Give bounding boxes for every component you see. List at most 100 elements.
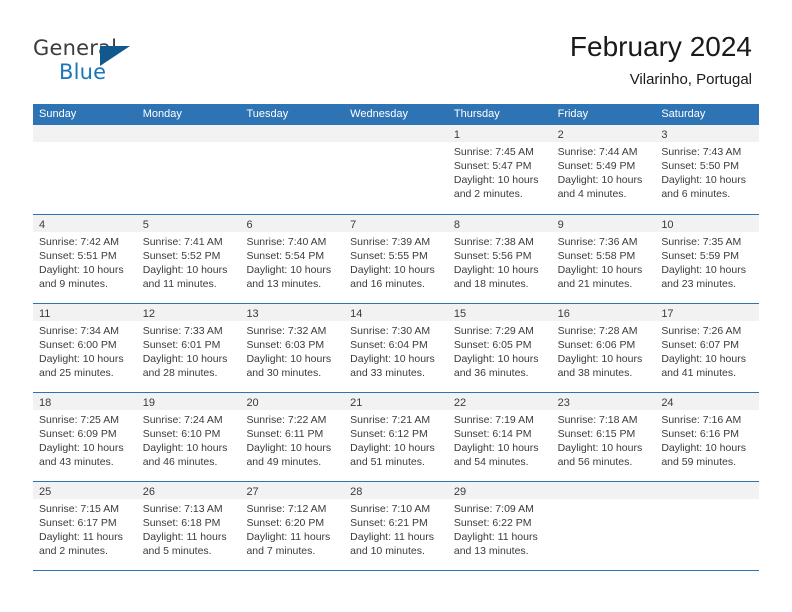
day-cell-19[interactable]: 19 Sunrise: 7:24 AM Sunset: 6:10 PM Dayligh… (136, 393, 241, 481)
day-cell-16[interactable]: 16 Sunrise: 7:28 AM Sunset: 6:06 PM Dayligh… (551, 304, 656, 392)
day-cell-29[interactable]: 29 Sunrise: 7:09 AM Sunset: 6:22 PM Dayligh… (447, 482, 552, 570)
day-cell-7[interactable]: 7 Sunrise: 7:39 AM Sunset: 5:55 PM Daylight… (344, 215, 448, 303)
day-details (552, 499, 656, 502)
daylight-duration-line2: and 36 minutes. (453, 367, 529, 379)
day-number-band: 1 (447, 125, 552, 142)
day-number-band (344, 125, 448, 142)
sunrise-time: Sunrise: 7:26 AM (661, 325, 742, 337)
sunset-time: Sunset: 6:16 PM (661, 428, 739, 440)
day-cell-20[interactable]: 20 Sunrise: 7:22 AM Sunset: 6:11 PM Dayligh… (240, 393, 345, 481)
day-number-band: 13 (240, 304, 345, 321)
day-number-band (33, 125, 137, 142)
page-header: General Blue February 2024 Vilarinho, Po… (0, 0, 792, 104)
week-row: 4 Sunrise: 7:42 AM Sunset: 5:51 PM Daylight… (33, 214, 760, 303)
day-number: 22 (453, 397, 467, 409)
day-cell-23[interactable]: 23 Sunrise: 7:18 AM Sunset: 6:15 PM Dayligh… (551, 393, 656, 481)
day-number-band: 5 (136, 215, 241, 232)
sunset-time: Sunset: 6:09 PM (39, 428, 117, 440)
day-cell-8[interactable]: 8 Sunrise: 7:38 AM Sunset: 5:56 PM Daylight… (447, 215, 552, 303)
daylight-duration-line1: Daylight: 11 hours (39, 531, 123, 543)
day-cell-5[interactable]: 5 Sunrise: 7:41 AM Sunset: 5:52 PM Daylight… (136, 215, 241, 303)
day-details: Sunrise: 7:39 AM Sunset: 5:55 PM Daylight:… (344, 232, 448, 291)
day-number: 26 (142, 486, 155, 498)
day-number-band: 22 (447, 393, 552, 410)
day-cell-3[interactable]: 3 Sunrise: 7:43 AM Sunset: 5:50 PM Daylight… (655, 125, 760, 214)
day-number: 11 (39, 308, 51, 320)
day-number: 2 (557, 129, 564, 141)
day-cell-2[interactable]: 2 Sunrise: 7:44 AM Sunset: 5:49 PM Daylight… (551, 125, 656, 214)
day-details: Sunrise: 7:09 AM Sunset: 6:22 PM Daylight:… (448, 499, 552, 558)
daylight-duration-line1: Daylight: 10 hours (350, 264, 435, 276)
daylight-duration-line2: and 5 minutes. (142, 545, 212, 557)
sunset-time: Sunset: 6:20 PM (246, 517, 325, 529)
day-number: 21 (350, 397, 363, 409)
sunset-time: Sunset: 5:49 PM (557, 160, 636, 172)
daylight-duration-line2: and 16 minutes. (350, 278, 425, 290)
calendar-grid: Sunday Monday Tuesday Wednesday Thursday Frid… (33, 104, 760, 571)
sunrise-time: Sunrise: 7:40 AM (246, 236, 327, 248)
daylight-duration-line1: Daylight: 11 hours (246, 531, 331, 543)
day-cell-22[interactable]: 22 Sunrise: 7:19 AM Sunset: 6:14 PM Dayligh… (447, 393, 552, 481)
sunset-time: Sunset: 6:04 PM (350, 339, 428, 351)
day-cell-11[interactable]: 11 Sunrise: 7:34 AM Sunset: 6:00 PM Dayligh… (33, 304, 137, 392)
sunset-time: Sunset: 6:00 PM (39, 339, 117, 351)
daylight-duration-line1: Daylight: 10 hours (661, 353, 746, 365)
day-cell-10[interactable]: 10 Sunrise: 7:35 AM Sunset: 5:59 PM Dayligh… (655, 215, 760, 303)
weekday-header-sunday: Sunday (39, 108, 77, 120)
day-cell-15[interactable]: 15 Sunrise: 7:29 AM Sunset: 6:05 PM Dayligh… (447, 304, 552, 392)
sunrise-time: Sunrise: 7:33 AM (142, 325, 223, 337)
day-number-band: 3 (655, 125, 760, 142)
day-number: 6 (246, 219, 253, 231)
day-number-band: 6 (240, 215, 345, 232)
day-number-band: 14 (344, 304, 448, 321)
day-number-band: 28 (344, 482, 448, 499)
day-details: Sunrise: 7:21 AM Sunset: 6:12 PM Daylight:… (344, 410, 448, 469)
sunset-time: Sunset: 6:03 PM (246, 339, 325, 351)
location-subtitle: Vilarinho, Portugal (629, 71, 752, 88)
weekday-header-tuesday: Tuesday (246, 108, 289, 120)
day-number-band: 16 (551, 304, 656, 321)
day-details: Sunrise: 7:28 AM Sunset: 6:06 PM Daylight:… (552, 321, 656, 380)
day-details: Sunrise: 7:35 AM Sunset: 5:59 PM Daylight:… (655, 232, 759, 291)
day-details: Sunrise: 7:16 AM Sunset: 6:16 PM Daylight:… (655, 410, 759, 469)
sunset-time: Sunset: 5:56 PM (453, 250, 532, 262)
day-cell-25[interactable]: 25 Sunrise: 7:15 AM Sunset: 6:17 PM Dayligh… (33, 482, 137, 570)
sunrise-time: Sunrise: 7:16 AM (661, 414, 742, 426)
day-details: Sunrise: 7:15 AM Sunset: 6:17 PM Daylight:… (33, 499, 137, 558)
day-cell-4[interactable]: 4 Sunrise: 7:42 AM Sunset: 5:51 PM Daylight… (33, 215, 137, 303)
day-number-band: 19 (136, 393, 241, 410)
daylight-duration-line2: and 43 minutes. (39, 456, 114, 468)
day-cell-13[interactable]: 13 Sunrise: 7:32 AM Sunset: 6:03 PM Dayligh… (240, 304, 345, 392)
day-number-band (136, 125, 241, 142)
day-number: 25 (39, 486, 52, 498)
day-cell-18[interactable]: 18 Sunrise: 7:25 AM Sunset: 6:09 PM Dayligh… (33, 393, 137, 481)
week-row: 18 Sunrise: 7:25 AM Sunset: 6:09 PM Dayligh… (33, 392, 760, 481)
day-number-band: 4 (33, 215, 137, 232)
day-cell-17[interactable]: 17 Sunrise: 7:26 AM Sunset: 6:07 PM Dayligh… (655, 304, 760, 392)
day-cell-24[interactable]: 24 Sunrise: 7:16 AM Sunset: 6:16 PM Dayligh… (655, 393, 760, 481)
daylight-duration-line1: Daylight: 10 hours (453, 174, 539, 186)
day-number-band (655, 482, 760, 499)
day-cell-empty (655, 482, 760, 570)
day-cell-12[interactable]: 12 Sunrise: 7:33 AM Sunset: 6:01 PM Dayligh… (136, 304, 241, 392)
day-cell-9[interactable]: 9 Sunrise: 7:36 AM Sunset: 5:58 PM Daylight… (551, 215, 656, 303)
day-cell-14[interactable]: 14 Sunrise: 7:30 AM Sunset: 6:04 PM Dayligh… (344, 304, 448, 392)
day-number-band (240, 125, 345, 142)
day-number: 12 (142, 308, 155, 320)
day-cell-26[interactable]: 26 Sunrise: 7:13 AM Sunset: 6:18 PM Dayligh… (136, 482, 241, 570)
sunrise-time: Sunrise: 7:15 AM (39, 503, 119, 515)
weekday-header-row: Sunday Monday Tuesday Wednesday Thursday Frid… (33, 104, 759, 125)
daylight-duration-line2: and 51 minutes. (350, 456, 425, 468)
day-cell-27[interactable]: 27 Sunrise: 7:12 AM Sunset: 6:20 PM Dayligh… (240, 482, 345, 570)
day-details: Sunrise: 7:40 AM Sunset: 5:54 PM Daylight:… (240, 232, 344, 291)
daylight-duration-line1: Daylight: 11 hours (350, 531, 435, 543)
day-cell-28[interactable]: 28 Sunrise: 7:10 AM Sunset: 6:21 PM Dayligh… (344, 482, 448, 570)
day-cell-21[interactable]: 21 Sunrise: 7:21 AM Sunset: 6:12 PM Dayligh… (344, 393, 448, 481)
day-cell-empty (344, 125, 448, 214)
day-cell-6[interactable]: 6 Sunrise: 7:40 AM Sunset: 5:54 PM Daylight… (240, 215, 345, 303)
day-details: Sunrise: 7:12 AM Sunset: 6:20 PM Daylight:… (240, 499, 344, 558)
day-cell-1[interactable]: 1 Sunrise: 7:45 AM Sunset: 5:47 PM Daylight… (447, 125, 552, 214)
day-cell-empty (136, 125, 241, 214)
brand-logo[interactable]: General Blue (33, 36, 213, 92)
day-details: Sunrise: 7:41 AM Sunset: 5:52 PM Daylight:… (137, 232, 241, 291)
